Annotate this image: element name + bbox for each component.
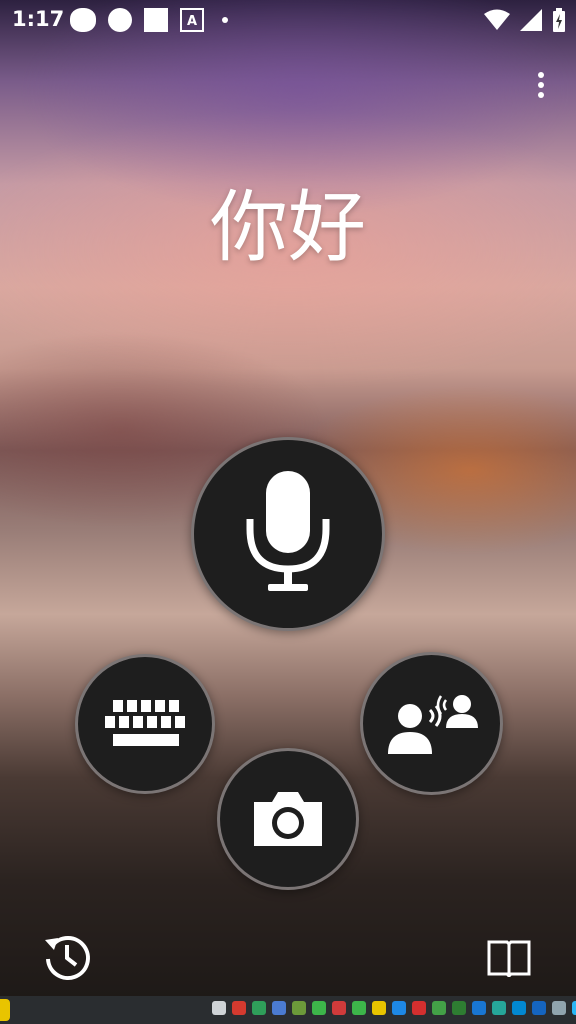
yellow-icon[interactable] [372,1001,386,1015]
dot-icon [222,17,228,23]
history-icon [45,936,90,981]
network-icon[interactable] [512,1001,526,1015]
history-button[interactable] [40,930,94,984]
status-time: 1:17 [12,7,65,31]
green-icon-2[interactable] [452,1001,466,1015]
update-icon[interactable] [492,1001,506,1015]
red-v-icon[interactable] [412,1001,426,1015]
keyboard-icon [105,700,185,746]
system-icons [484,8,566,32]
conversation-button[interactable] [360,652,503,795]
blue-icon[interactable] [472,1001,486,1015]
phrasebook-button[interactable] [484,934,534,980]
keyboard-button[interactable] [75,654,215,794]
flag-icon[interactable] [392,1001,406,1015]
window-icon[interactable] [212,1001,226,1015]
wechat-icon-3[interactable] [432,1001,446,1015]
mic-icon [246,471,330,591]
cloud-icon[interactable] [272,1001,286,1015]
bluetooth-icon[interactable] [532,1001,546,1015]
red-icon[interactable] [332,1001,346,1015]
taskbar-app-icon[interactable] [0,999,10,1021]
notification-icons: A [70,8,228,32]
square-icon [144,8,168,32]
wifi-icon [484,9,510,30]
wechat-icon-2[interactable] [352,1001,366,1015]
phrasebook-icon [487,940,531,977]
z-icon[interactable] [232,1001,246,1015]
checkbox-icon[interactable] [572,1001,576,1015]
tray-icons [212,1001,576,1015]
status-bar: 1:17 A [0,0,576,40]
translate-a-icon: A [180,8,204,32]
green-icon[interactable] [252,1001,266,1015]
chat-icon[interactable] [292,1001,306,1015]
wechat-icon[interactable] [312,1001,326,1015]
owl-icon [70,8,96,32]
battery-icon [553,8,565,32]
conversation-icon [387,694,478,754]
cell-signal-icon [520,9,542,31]
notes-icon[interactable] [552,1001,566,1015]
circle-icon [108,8,132,32]
camera-button[interactable] [217,748,359,890]
more-vert-icon[interactable] [528,70,554,100]
voice-button[interactable] [191,437,385,631]
taskbar [0,996,576,1024]
greeting-text: 你好 [209,183,366,273]
camera-icon [254,792,322,846]
